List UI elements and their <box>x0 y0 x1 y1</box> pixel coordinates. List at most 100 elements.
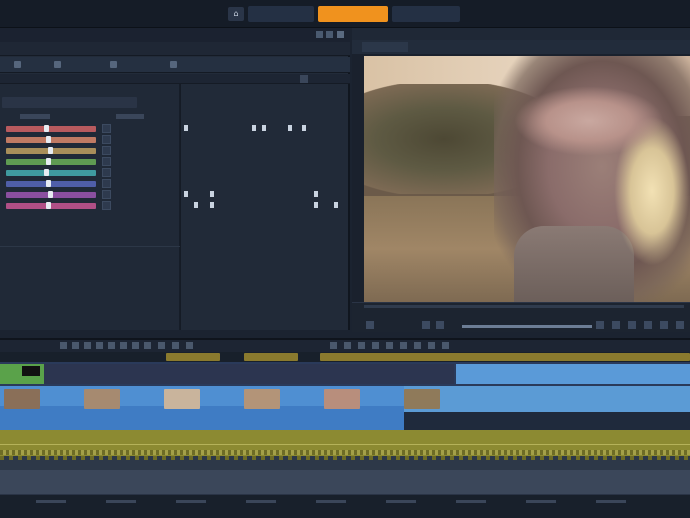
reset-button[interactable] <box>102 168 111 177</box>
column-label <box>116 114 144 119</box>
timeline-tool-icon[interactable] <box>372 342 379 349</box>
timeline-tool-icon[interactable] <box>108 342 115 349</box>
timeline-tool-icon[interactable] <box>414 342 421 349</box>
fullscreen-icon[interactable] <box>628 321 636 329</box>
title-track[interactable] <box>0 362 690 386</box>
undo-icon[interactable] <box>316 31 323 38</box>
keyframe-marker[interactable] <box>184 125 188 131</box>
music-track[interactable] <box>0 470 690 494</box>
timeline-tool-icon[interactable] <box>428 342 435 349</box>
reset-button[interactable] <box>102 179 111 188</box>
color-slider[interactable] <box>6 170 96 176</box>
slider-handle[interactable] <box>46 136 51 143</box>
tool-icon <box>170 61 177 68</box>
keyframe-marker[interactable] <box>334 202 338 208</box>
keyframe-marker[interactable] <box>184 191 188 197</box>
reset-button[interactable] <box>102 146 111 155</box>
slider-handle[interactable] <box>44 169 49 176</box>
timeline-tool-icon[interactable] <box>60 342 67 349</box>
reset-button[interactable] <box>102 124 111 133</box>
marker-clip[interactable] <box>244 353 298 361</box>
audio-track-2[interactable] <box>0 456 690 470</box>
timeline-tool-icon[interactable] <box>72 342 79 349</box>
more-icon[interactable] <box>676 321 684 329</box>
keyframe-marker[interactable] <box>314 191 318 197</box>
keyframe-marker[interactable] <box>314 202 318 208</box>
marker-clip[interactable] <box>166 353 220 361</box>
panel-header <box>0 28 350 42</box>
timeline-tool-icon[interactable] <box>386 342 393 349</box>
tab-edit[interactable] <box>318 6 388 22</box>
timeline-tool-icon[interactable] <box>132 342 139 349</box>
home-icon[interactable]: ⌂ <box>228 7 244 21</box>
step-back-icon[interactable] <box>422 321 430 329</box>
keyframe-marker[interactable] <box>210 202 214 208</box>
loop-icon[interactable] <box>612 321 620 329</box>
reset-button[interactable] <box>102 135 111 144</box>
timeline-tool-icon[interactable] <box>84 342 91 349</box>
keyframe-marker[interactable] <box>194 202 198 208</box>
tool-button[interactable] <box>170 59 180 71</box>
color-slider[interactable] <box>6 126 96 132</box>
tab-export[interactable] <box>392 6 460 22</box>
tool-button[interactable] <box>14 59 24 71</box>
title-clip-2[interactable] <box>44 364 454 384</box>
tool-button[interactable] <box>110 59 120 71</box>
tab-organize[interactable] <box>248 6 314 22</box>
scrub-bar[interactable] <box>364 305 684 308</box>
video-clip-2[interactable] <box>404 386 690 412</box>
step-forward-icon[interactable] <box>596 321 604 329</box>
panel-toolbar <box>0 57 350 73</box>
timeline-tool-icon[interactable] <box>158 342 165 349</box>
color-slider[interactable] <box>6 137 96 143</box>
keyframe-marker[interactable] <box>262 125 266 131</box>
timeline-tool-icon[interactable] <box>144 342 151 349</box>
settings-icon[interactable] <box>644 321 652 329</box>
audio-track[interactable] <box>0 430 690 456</box>
timeline-tool-icon[interactable] <box>330 342 337 349</box>
timeline-tool-icon[interactable] <box>400 342 407 349</box>
timeline-tool-icon[interactable] <box>344 342 351 349</box>
tab-player[interactable] <box>362 42 408 52</box>
timeline-tool-icon[interactable] <box>186 342 193 349</box>
footer-label <box>176 500 206 503</box>
color-slider[interactable] <box>6 203 96 209</box>
timeline-tool-icon[interactable] <box>172 342 179 349</box>
slider-handle[interactable] <box>48 147 53 154</box>
keyframe-marker[interactable] <box>252 125 256 131</box>
slider-handle[interactable] <box>48 191 53 198</box>
slider-handle[interactable] <box>46 158 51 165</box>
keyframe-area <box>181 84 348 330</box>
color-slider[interactable] <box>6 159 96 165</box>
settings-icon[interactable] <box>326 31 333 38</box>
close-icon[interactable] <box>337 31 344 38</box>
volume-icon[interactable] <box>366 321 374 329</box>
video-clip-audio[interactable] <box>0 406 404 430</box>
player-controls <box>352 302 690 332</box>
timeline-tool-icon[interactable] <box>442 342 449 349</box>
tool-icon <box>110 61 117 68</box>
keyframe-marker[interactable] <box>302 125 306 131</box>
tool-button[interactable] <box>54 59 64 71</box>
timeline-tool-icon[interactable] <box>358 342 365 349</box>
group-header[interactable] <box>2 97 137 108</box>
keyframe-marker[interactable] <box>288 125 292 131</box>
preview-tabs <box>352 40 690 54</box>
play-icon[interactable] <box>436 321 444 329</box>
timeline-tool-icon[interactable] <box>120 342 127 349</box>
progress-bar[interactable] <box>462 325 592 328</box>
chevron-down-icon[interactable] <box>300 75 308 83</box>
reset-button[interactable] <box>102 201 111 210</box>
color-slider[interactable] <box>6 181 96 187</box>
timeline-tool-icon[interactable] <box>96 342 103 349</box>
reset-button[interactable] <box>102 190 111 199</box>
clip-thumbnail <box>324 389 360 409</box>
marker-clip[interactable] <box>320 353 690 361</box>
slider-handle[interactable] <box>46 202 51 209</box>
camera-icon[interactable] <box>660 321 668 329</box>
title-clip-3[interactable] <box>456 364 690 384</box>
reset-button[interactable] <box>102 157 111 166</box>
keyframe-marker[interactable] <box>210 191 214 197</box>
slider-handle[interactable] <box>44 125 49 132</box>
slider-handle[interactable] <box>46 180 51 187</box>
